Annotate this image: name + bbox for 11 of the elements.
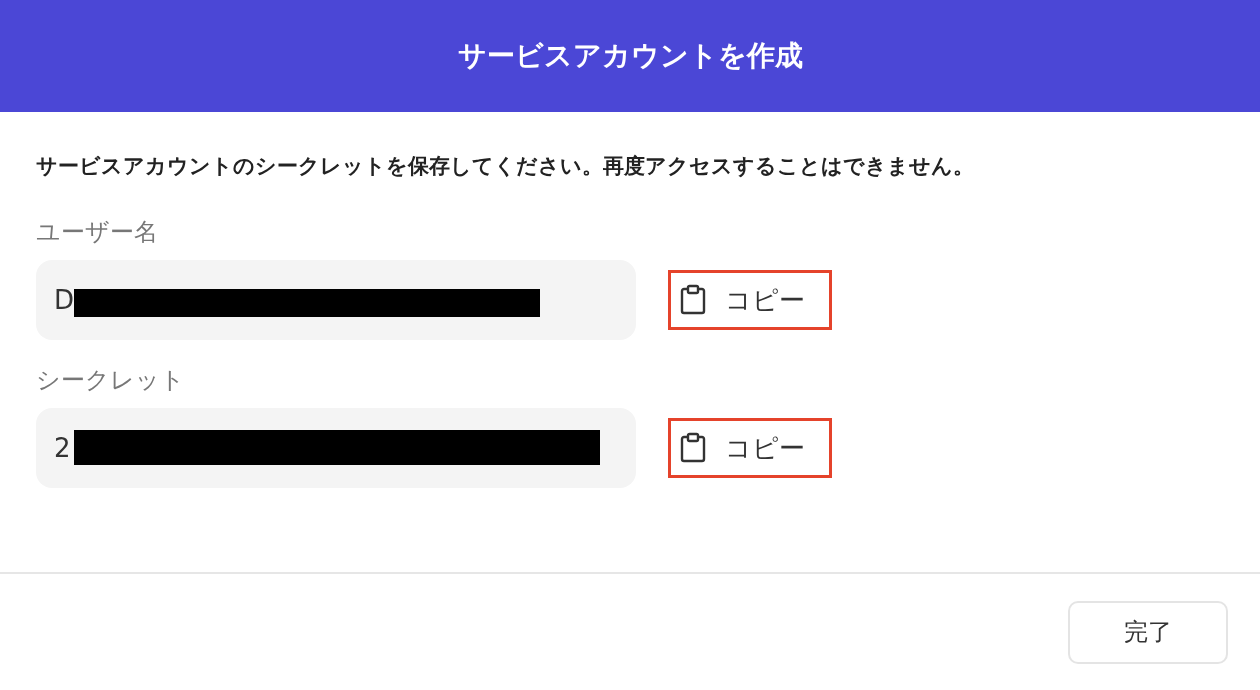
clipboard-icon [679, 432, 707, 464]
dialog-title: サービスアカウントを作成 [457, 38, 803, 74]
done-button[interactable]: 完了 [1068, 600, 1228, 664]
field-label: シークレット [36, 365, 185, 396]
readonly-field[interactable]: D [36, 260, 636, 340]
readonly-field[interactable]: 2 [36, 408, 636, 488]
field-label: ユーザー名 [36, 217, 158, 248]
copy-button[interactable]: コピー [668, 270, 832, 330]
copy-button[interactable]: コピー [668, 418, 832, 478]
clipboard-icon [679, 284, 707, 316]
warning-message: サービスアカウントのシークレットを保存してください。再度アクセスすることはできません。 [36, 153, 975, 180]
